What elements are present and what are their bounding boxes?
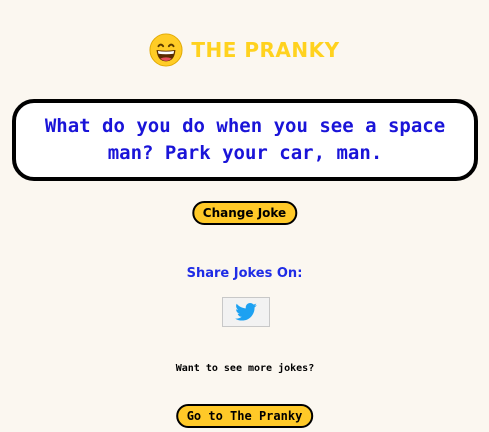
- joke-card: What do you do when you see a space man?…: [12, 99, 478, 181]
- brand-title: THE PRANKY: [191, 38, 340, 62]
- twitter-share-button[interactable]: [222, 297, 270, 327]
- twitter-bird-icon: [235, 303, 257, 321]
- more-jokes-prompt: Want to see more jokes?: [175, 363, 315, 374]
- joke-text: What do you do when you see a space man?…: [44, 115, 446, 164]
- header: THE PRANKY: [0, 33, 489, 67]
- share-label: Share Jokes On:: [186, 266, 303, 281]
- change-joke-button[interactable]: Change Joke: [191, 201, 298, 225]
- grinning-face-icon: [149, 33, 183, 67]
- go-to-pranky-button[interactable]: Go to The Pranky: [175, 404, 314, 428]
